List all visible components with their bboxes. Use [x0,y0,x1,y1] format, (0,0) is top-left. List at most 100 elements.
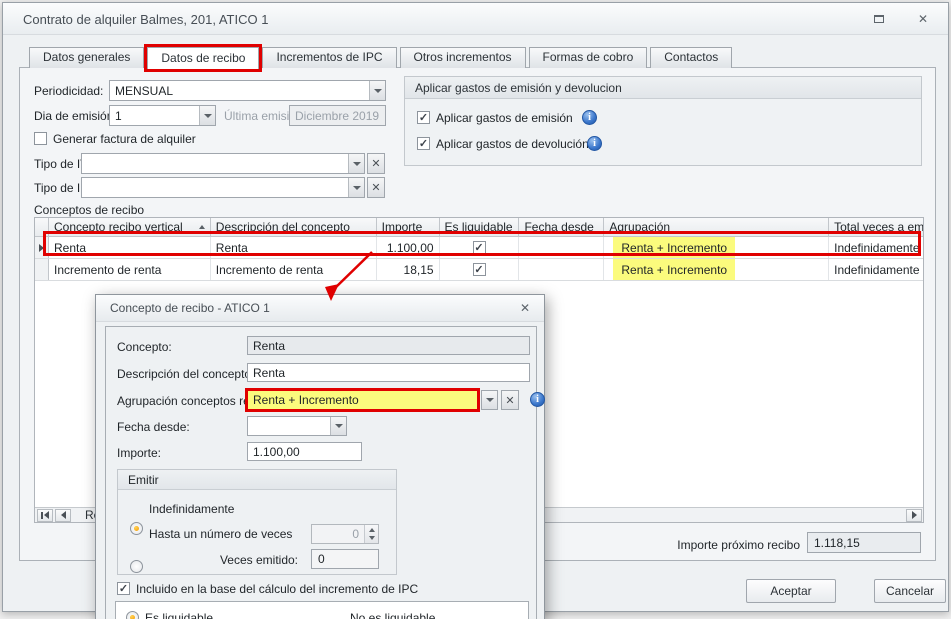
gastos-panel-header: Aplicar gastos de emisión y devolucion [405,77,921,99]
column-header-agrupacion[interactable]: Agrupación [604,218,830,236]
modal-importe-field[interactable]: 1.100,00 [247,442,362,461]
cell-fecha-desde[interactable] [519,259,605,280]
column-header-importe[interactable]: Importe [377,218,440,236]
cell-total-veces[interactable]: Indefinidamente [829,259,923,280]
concepto-recibo-dialog: Concepto de recibo - ATICO 1 ✕ Concepto:… [95,294,545,619]
fecha-desde-dropdown-button[interactable] [330,417,346,435]
periodicidad-dropdown-button[interactable] [369,81,385,100]
scroll-right-button[interactable] [906,508,922,522]
cell-es-liquidable[interactable] [440,237,520,258]
tipo-iva-clear-button[interactable]: ✕ [367,153,385,174]
column-header-total-veces[interactable]: Total veces a emiti [829,218,923,236]
chevron-down-icon [203,113,212,118]
dia-emision-dropdown-button[interactable] [199,106,215,125]
table-row-renta[interactable]: Renta Renta 1.100,00 Renta + Incremento … [35,237,923,259]
tipo-irpf-combo[interactable] [81,177,365,198]
aplicar-gastos-emision-checkbox[interactable] [417,111,430,124]
tipo-iva-dropdown-button[interactable] [348,154,364,173]
aplicar-gastos-devolucion-checkbox[interactable] [417,137,430,150]
concepto-value: Renta [253,338,286,353]
incluido-ipc-label: Incluido en la base del cálculo del incr… [136,582,419,596]
spin-down-icon [368,535,375,540]
modal-fecha-desde-label: Fecha desde: [117,420,190,434]
devolucion-info-icon[interactable]: i [587,136,602,151]
gastos-panel: Aplicar gastos de emisión y devolucion A… [404,76,922,166]
veces-emitido-field: 0 [311,549,379,569]
concepto-label: Concepto: [117,340,172,354]
cell-fecha-desde[interactable] [519,237,605,258]
importe-proximo-field: 1.118,15 [807,532,921,553]
cell-concepto[interactable]: Incremento de renta [49,259,211,280]
column-header-descripcion[interactable]: Descripción del concepto [211,218,377,236]
spinner-buttons[interactable] [364,525,378,543]
descripcion-field[interactable]: Renta [247,363,530,382]
agrupacion-dropdown-button[interactable] [481,390,498,410]
tab-datos-generales[interactable]: Datos generales [29,47,145,68]
tab-datos-de-recibo[interactable]: Datos de recibo [147,47,260,69]
main-titlebar[interactable]: Contrato de alquiler Balmes, 201, ATICO … [3,3,948,35]
clear-x-icon: ✕ [371,158,381,170]
column-header-concepto[interactable]: Concepto recibo vertical [49,218,211,236]
indefinidamente-radio[interactable] [130,522,143,535]
next-icon [911,511,917,519]
column-header-fecha-desde[interactable]: Fecha desde [519,218,605,236]
periodicidad-combo[interactable]: MENSUAL [109,80,386,101]
veces-emitido-label: Veces emitido: [219,553,298,567]
modal-titlebar[interactable]: Concepto de recibo - ATICO 1 ✕ [96,295,544,322]
veces-emitido-value: 0 [318,552,325,566]
cell-importe[interactable]: 1.100,00 [377,237,440,258]
dia-emision-value: 1 [115,108,122,123]
restore-window-button[interactable] [870,11,888,26]
ultima-emision-field: Diciembre 2019 [289,105,386,126]
dia-emision-combo[interactable]: 1 [109,105,216,126]
modal-importe-label: Importe: [117,446,162,460]
tipo-irpf-clear-button[interactable]: ✕ [367,177,385,198]
cell-total-veces[interactable]: Indefinidamente [829,237,923,258]
periodicidad-value: MENSUAL [115,83,174,98]
aceptar-button[interactable]: Aceptar [746,579,836,603]
cell-es-liquidable[interactable] [440,259,520,280]
cell-agrupacion[interactable]: Renta + Incremento [604,259,830,280]
cell-descripcion[interactable]: Renta [211,237,377,258]
prev-record-button[interactable] [55,508,71,522]
sort-ascending-icon [198,225,205,229]
cancelar-button[interactable]: Cancelar [874,579,946,603]
column-header-es-liquidable[interactable]: Es liquidable [440,218,520,236]
modal-body: Concepto: Renta Descripción del concepto… [105,326,545,619]
screen: Contrato de alquiler Balmes, 201, ATICO … [0,0,951,619]
tab-contactos[interactable]: Contactos [650,47,733,68]
indefinidamente-label: Indefinidamente [149,502,235,516]
hasta-numero-radio[interactable] [130,560,143,573]
incluido-ipc-checkbox[interactable] [117,582,130,595]
close-window-button[interactable]: ✕ [914,11,932,26]
agrupacion-clear-button[interactable]: ✕ [501,390,519,410]
emitir-caption: Emitir [118,470,396,490]
tab-formas-de-cobro[interactable]: Formas de cobro [528,47,648,68]
es-liquidable-radio[interactable] [126,611,139,619]
grid-indicator-header [35,218,49,236]
tab-incrementos-de-ipc[interactable]: Incrementos de IPC [262,47,397,68]
agrupacion-info-icon[interactable]: i [530,392,545,407]
hasta-numero-spinner[interactable]: 0 [311,524,379,544]
cell-agrupacion[interactable]: Renta + Incremento [604,237,830,258]
restore-icon [874,14,884,23]
table-row-incremento[interactable]: Incremento de renta Incremento de renta … [35,259,923,281]
clear-x-icon: ✕ [371,182,381,194]
tipo-iva-combo[interactable] [81,153,365,174]
modal-close-button[interactable]: ✕ [520,301,530,315]
row-indicator-cell [35,259,49,280]
emision-info-icon[interactable]: i [582,110,597,125]
checked-checkbox-icon [472,241,486,254]
first-record-button[interactable] [37,508,53,522]
cell-importe[interactable]: 18,15 [377,259,440,280]
tipo-irpf-dropdown-button[interactable] [348,178,364,197]
modal-fecha-desde-combo[interactable] [247,416,347,436]
cell-descripcion[interactable]: Incremento de renta [211,259,377,280]
generar-factura-checkbox[interactable] [34,132,47,145]
aplicar-gastos-emision-label: Aplicar gastos de emisión [436,111,573,125]
descripcion-label: Descripción del concepto: [117,367,255,381]
prev-icon [60,511,66,519]
cell-concepto[interactable]: Renta [49,237,211,258]
tab-otros-incrementos[interactable]: Otros incrementos [399,47,526,68]
agrupacion-combo[interactable]: Renta + Incremento [245,388,480,412]
